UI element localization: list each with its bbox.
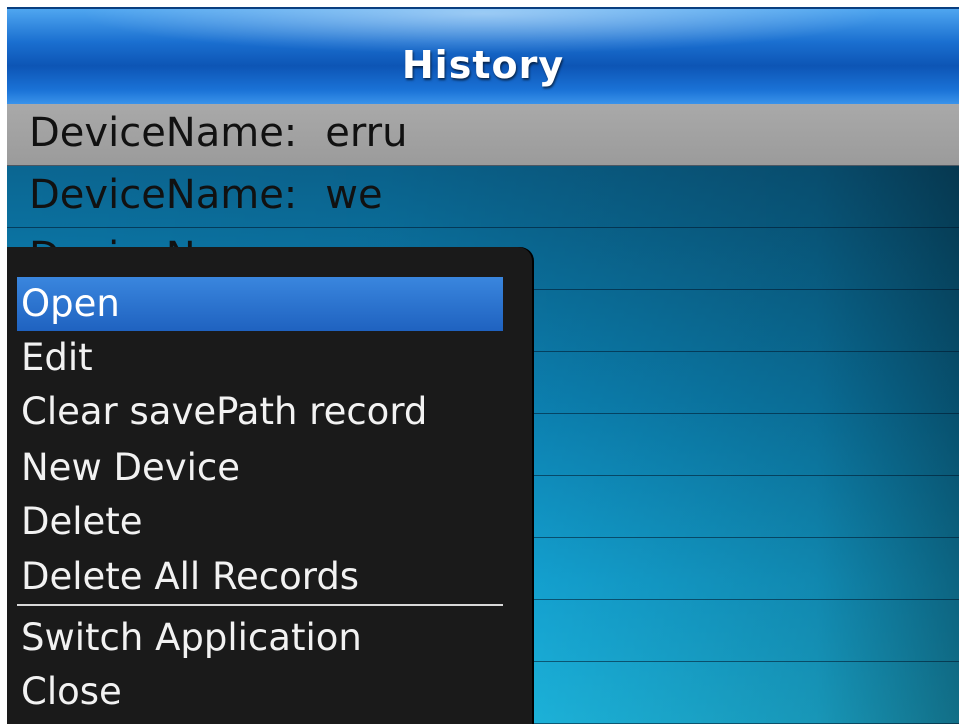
- menu-item-new-device[interactable]: New Device: [17, 441, 503, 495]
- menu-item-open[interactable]: Open: [17, 277, 503, 331]
- menu-item-delete-all-records[interactable]: Delete All Records: [17, 550, 503, 604]
- history-row[interactable]: DeviceName: we: [7, 166, 959, 228]
- history-row[interactable]: DeviceName: erru: [7, 104, 959, 166]
- app-screen: History DeviceName: erru DeviceName: we De…: [7, 7, 959, 724]
- record-value: erru: [325, 110, 408, 156]
- menu-item-close[interactable]: Close: [17, 665, 503, 719]
- menu-item-clear-savepath-record[interactable]: Clear savePath record: [17, 385, 503, 439]
- page-title: History: [401, 43, 565, 87]
- menu-divider: [17, 604, 503, 606]
- title-bar: History: [7, 7, 959, 104]
- menu-item-delete[interactable]: Delete: [17, 495, 503, 549]
- menu-item-edit[interactable]: Edit: [17, 331, 503, 385]
- record-label: DeviceName:: [29, 172, 298, 218]
- menu-item-switch-application[interactable]: Switch Application: [17, 611, 503, 665]
- context-menu: Open Edit Clear savePath record New Devi…: [7, 247, 532, 724]
- record-label: DeviceName:: [29, 110, 298, 156]
- record-value: we: [325, 172, 383, 218]
